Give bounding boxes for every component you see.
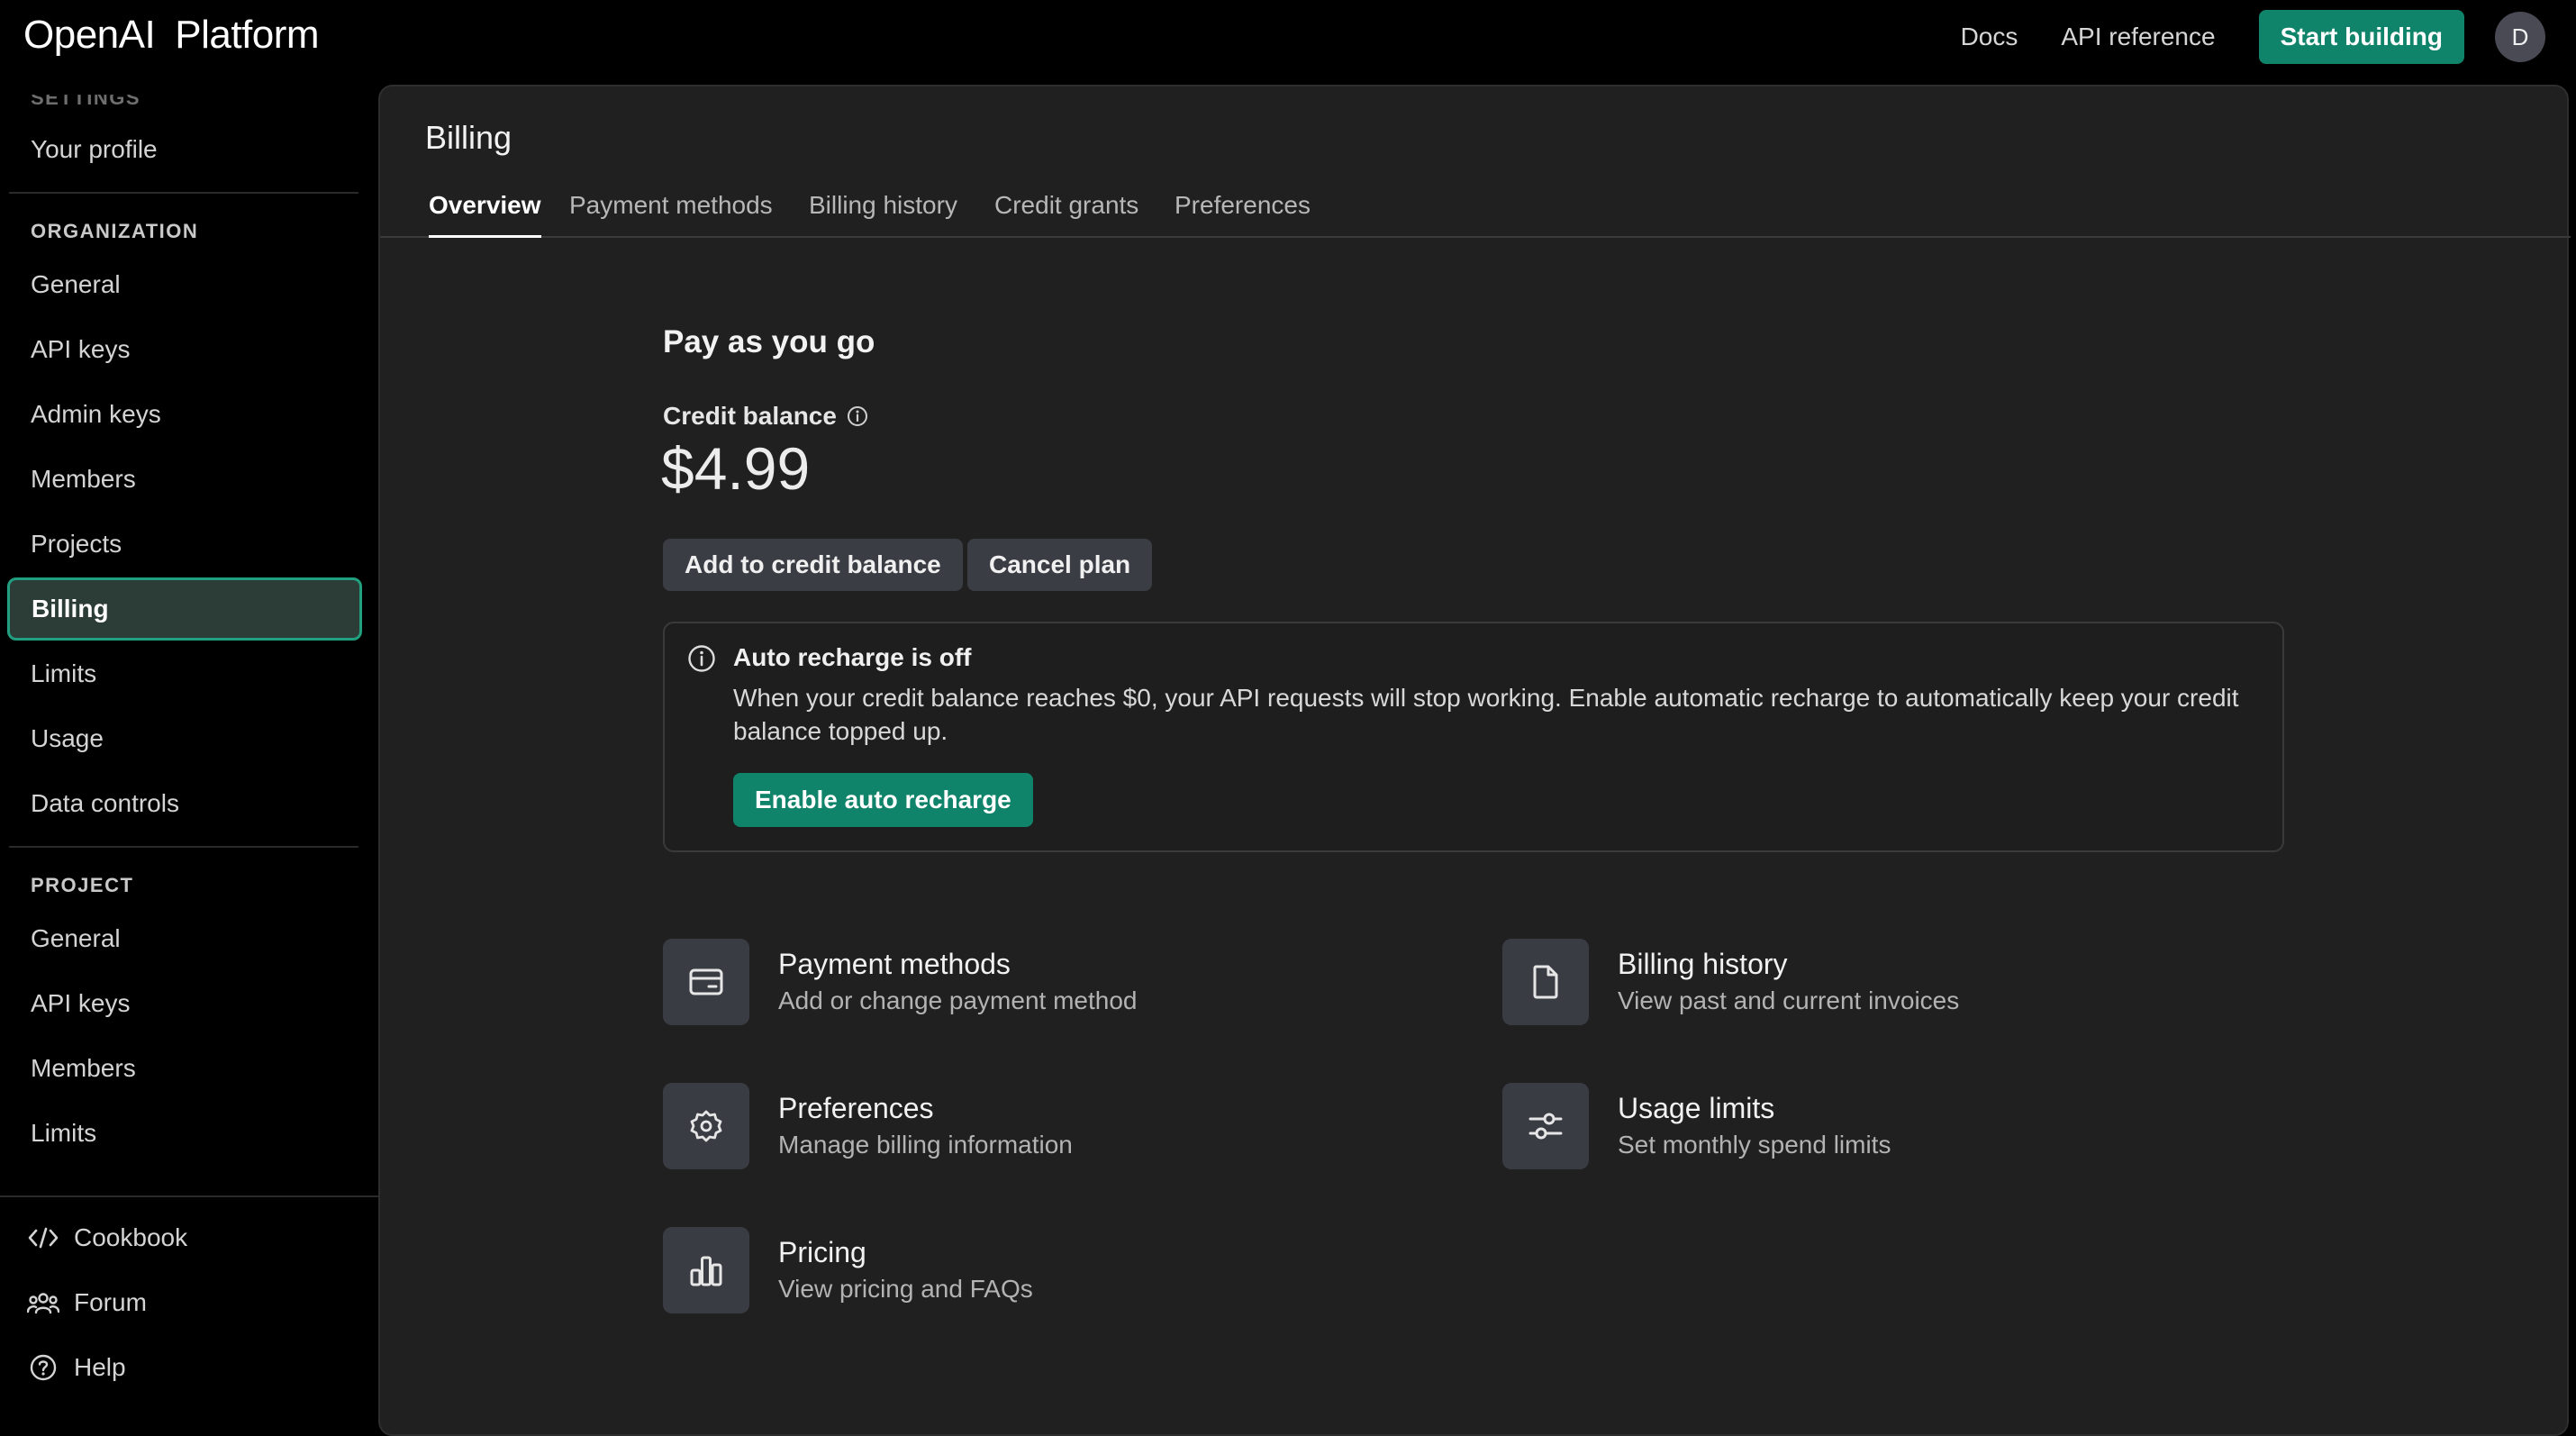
sidebar-item-org-general[interactable]: General xyxy=(9,255,360,314)
link-card-billing-history[interactable]: Billing history View past and current in… xyxy=(1502,937,2277,1027)
card-title: Preferences xyxy=(778,1092,934,1124)
link-card-usage-limits[interactable]: Usage limits Set monthly spend limits xyxy=(1502,1081,2277,1171)
tab-billing-history[interactable]: Billing history xyxy=(809,191,957,238)
main-panel: Billing Overview Payment methods Billing… xyxy=(378,85,2571,1436)
logo[interactable]: OpenAI Platform xyxy=(23,13,320,58)
start-building-button[interactable]: Start building xyxy=(2258,10,2464,64)
card-subtitle: Manage billing information xyxy=(778,1131,1073,1159)
sidebar-item-project-members[interactable]: Members xyxy=(9,1039,360,1098)
gear-icon xyxy=(690,1110,722,1142)
card-icon-box xyxy=(663,1083,749,1169)
logo-secondary: Platform xyxy=(175,13,320,57)
credit-card-icon xyxy=(689,968,723,995)
card-title: Payment methods xyxy=(778,948,1011,980)
auto-recharge-notice: Auto recharge is off When your credit ba… xyxy=(663,622,2284,852)
card-title: Billing history xyxy=(1618,948,1788,980)
docs-link[interactable]: Docs xyxy=(1961,23,2018,51)
tab-overview[interactable]: Overview xyxy=(429,191,541,238)
sidebar-item-org-limits[interactable]: Limits xyxy=(9,644,360,704)
credit-balance-label: Credit balance xyxy=(663,402,869,431)
sidebar-item-usage[interactable]: Usage xyxy=(9,709,360,768)
sidebar-item-org-api-keys[interactable]: API keys xyxy=(9,320,360,379)
card-subtitle: View pricing and FAQs xyxy=(778,1275,1033,1303)
organization-heading: ORGANIZATION xyxy=(31,220,199,242)
tab-preferences[interactable]: Preferences xyxy=(1175,191,1311,238)
billing-tabs: Overview Payment methods Billing history… xyxy=(380,182,2571,238)
card-icon-box xyxy=(1502,1083,1589,1169)
sliders-icon xyxy=(1528,1113,1563,1140)
tab-payment-methods[interactable]: Payment methods xyxy=(569,191,773,238)
cancel-plan-button[interactable]: Cancel plan xyxy=(967,539,1153,591)
add-to-credit-balance-button[interactable]: Add to credit balance xyxy=(663,539,963,591)
sidebar-item-your-profile[interactable]: Your profile xyxy=(9,120,360,179)
top-bar: OpenAI Platform Docs API reference Start … xyxy=(0,0,2576,74)
avatar[interactable]: D xyxy=(2495,12,2545,62)
sidebar-item-org-members[interactable]: Members xyxy=(9,450,360,509)
sidebar-item-project-limits[interactable]: Limits xyxy=(9,1104,360,1163)
card-title: Pricing xyxy=(778,1236,866,1268)
sidebar-item-billing[interactable]: Billing xyxy=(7,577,362,641)
sidebar-divider xyxy=(9,192,358,194)
plan-title: Pay as you go xyxy=(663,324,875,359)
sidebar-footer-forum[interactable]: Forum xyxy=(27,1276,147,1330)
tab-credit-grants[interactable]: Credit grants xyxy=(994,191,1138,238)
help-label: Help xyxy=(74,1353,126,1381)
link-card-payment-methods[interactable]: Payment methods Add or change payment me… xyxy=(663,937,1438,1027)
card-subtitle: Set monthly spend limits xyxy=(1618,1131,1891,1159)
card-title: Usage limits xyxy=(1618,1092,1775,1124)
people-icon xyxy=(27,1293,59,1314)
card-icon-box xyxy=(1502,939,1589,1025)
notice-body: When your credit balance reaches $0, you… xyxy=(733,684,2239,745)
code-icon xyxy=(28,1227,59,1249)
sidebar-divider xyxy=(9,846,358,848)
top-nav: Docs API reference Start building D xyxy=(1961,0,2576,74)
card-subtitle: Add or change payment method xyxy=(778,986,1138,1014)
bar-chart-icon xyxy=(690,1256,722,1286)
forum-label: Forum xyxy=(74,1288,147,1316)
sidebar-footer-cookbook[interactable]: Cookbook xyxy=(27,1211,187,1265)
page-title: Billing xyxy=(425,119,512,156)
card-subtitle: View past and current invoices xyxy=(1618,986,1960,1014)
cookbook-label: Cookbook xyxy=(74,1223,188,1251)
api-reference-link[interactable]: API reference xyxy=(2061,23,2215,51)
card-icon-box xyxy=(663,1227,749,1313)
info-icon[interactable] xyxy=(846,404,869,428)
logo-primary: OpenAI xyxy=(23,13,156,57)
enable-auto-recharge-button[interactable]: Enable auto recharge xyxy=(733,773,1033,827)
info-icon xyxy=(688,645,715,672)
sidebar-item-projects[interactable]: Projects xyxy=(9,514,360,574)
card-icon-box xyxy=(663,939,749,1025)
sidebar-item-admin-keys[interactable]: Admin keys xyxy=(9,385,360,444)
credit-balance-value: $4.99 xyxy=(661,435,811,502)
sidebar-item-project-general[interactable]: General xyxy=(9,909,360,968)
sidebar-footer-help[interactable]: Help xyxy=(27,1341,126,1395)
credit-balance-text: Credit balance xyxy=(663,402,837,430)
sidebar-item-project-api-keys[interactable]: API keys xyxy=(9,974,360,1033)
sidebar: SETTINGS Your profile ORGANIZATION Gener… xyxy=(0,74,378,1405)
link-card-pricing[interactable]: Pricing View pricing and FAQs xyxy=(663,1225,1438,1315)
document-icon xyxy=(1533,965,1558,999)
settings-heading: SETTINGS xyxy=(31,86,141,109)
sidebar-item-data-controls[interactable]: Data controls xyxy=(9,774,360,833)
sidebar-footer-divider xyxy=(0,1195,378,1197)
help-circle-icon xyxy=(30,1354,57,1381)
project-heading: PROJECT xyxy=(31,874,134,896)
link-card-preferences[interactable]: Preferences Manage billing information xyxy=(663,1081,1438,1171)
notice-title: Auto recharge is off xyxy=(733,643,972,671)
